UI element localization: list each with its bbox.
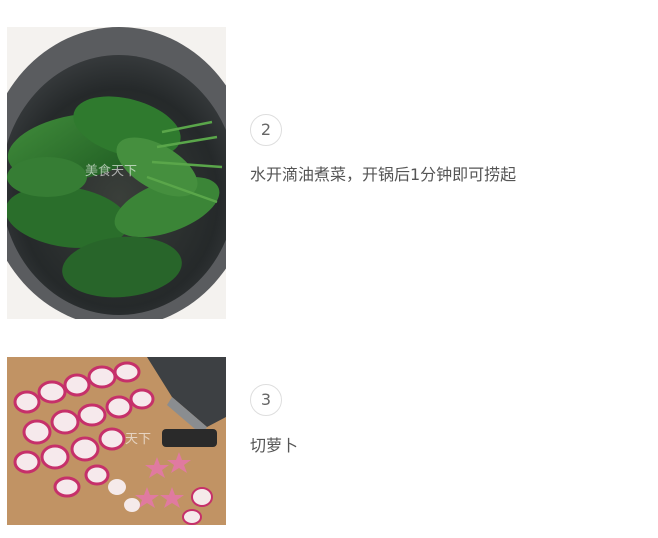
watermark: 美食天下 bbox=[85, 163, 137, 179]
watermark: 天下 bbox=[125, 432, 151, 447]
step-number-badge: 2 bbox=[250, 114, 282, 146]
step-description: 水开滴油煮菜，开锅后1分钟即可捞起 bbox=[250, 165, 517, 184]
step-photo-spinach-in-wok[interactable]: 美食天下 bbox=[7, 27, 226, 319]
step-number-badge: 3 bbox=[250, 384, 282, 416]
step-photo-sliced-radish[interactable]: 天下 bbox=[7, 357, 226, 525]
spinach-wok-image: 美食天下 bbox=[7, 27, 226, 319]
recipe-step: 美食天下 2 水开滴油煮菜，开锅后1分钟即可捞起 bbox=[0, 27, 658, 319]
radish-slices-image: 天下 bbox=[7, 357, 226, 525]
recipe-step: 天下 3 切萝卜 bbox=[0, 357, 658, 525]
step-description: 切萝卜 bbox=[250, 436, 299, 455]
